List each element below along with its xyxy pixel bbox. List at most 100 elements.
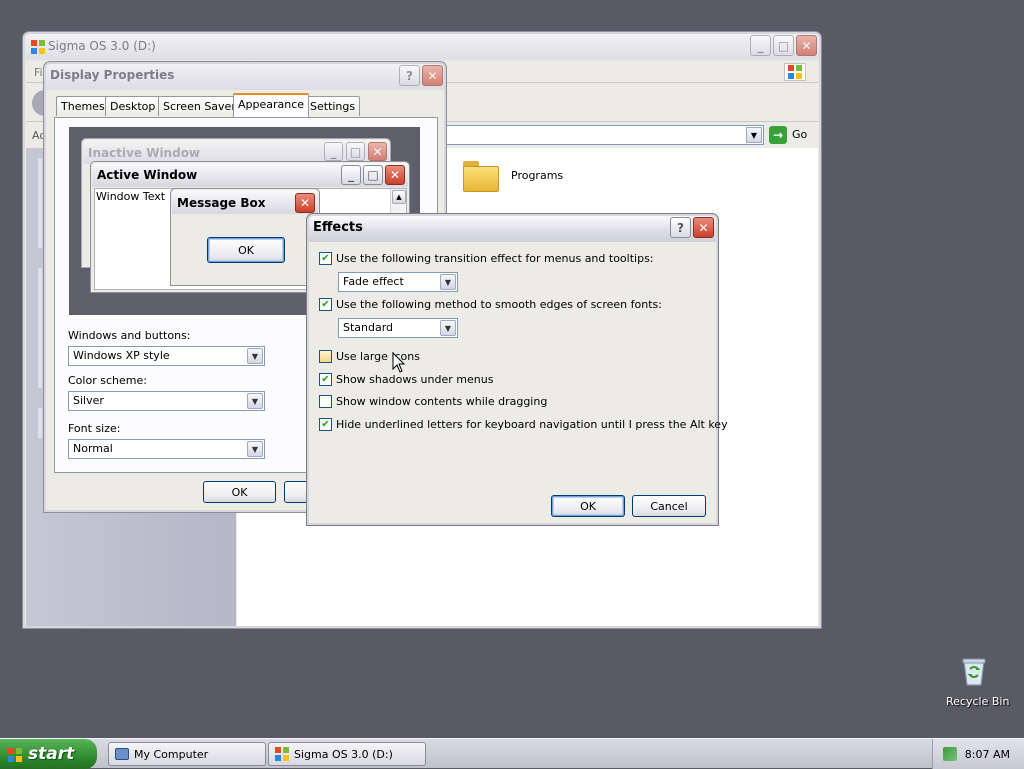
preview-close-icon: ✕: [385, 165, 405, 185]
select-value: Fade effect: [343, 275, 404, 288]
drag-contents-label: Show window contents while dragging: [336, 395, 548, 408]
hide-underline-label: Hide underlined letters for keyboard nav…: [336, 418, 728, 431]
select-value: Normal: [73, 442, 113, 455]
color-scheme-label: Color scheme:: [68, 374, 147, 387]
tab-screen-saver[interactable]: Screen Saver: [158, 96, 241, 116]
select-value: Windows XP style: [73, 349, 170, 362]
font-size-label: Font size:: [68, 422, 121, 435]
help-button[interactable]: ?: [399, 65, 420, 86]
preview-maximize-icon: □: [363, 165, 383, 185]
chevron-down-icon[interactable]: ▼: [247, 441, 263, 457]
tab-settings[interactable]: Settings: [305, 96, 361, 116]
tab-label: Appearance: [238, 98, 305, 111]
effects-dialog: Effects ? ✕ ✔ Use the following transiti…: [306, 213, 728, 526]
smooth-edges-label: Use the following method to smooth edges…: [336, 298, 662, 311]
mouse-cursor-icon: [392, 352, 406, 373]
tab-label: Desktop: [110, 100, 156, 113]
chevron-down-icon[interactable]: ▼: [746, 127, 762, 143]
taskbar-item-sigma-os[interactable]: Sigma OS 3.0 (D:): [268, 742, 426, 766]
menu-shadows-checkbox[interactable]: ✔: [319, 373, 332, 386]
explorer-close-button[interactable]: ✕: [796, 35, 817, 56]
color-scheme-select[interactable]: Silver ▼: [68, 391, 265, 411]
preview-message-close-icon: ✕: [295, 193, 315, 213]
taskbar: start My Computer Sigma OS 3.0 (D:) 8:07…: [0, 738, 1024, 769]
explorer-maximize-button[interactable]: □: [773, 35, 794, 56]
drag-contents-checkbox[interactable]: [319, 395, 332, 408]
explorer-title: Sigma OS 3.0 (D:): [48, 39, 156, 53]
smooth-edges-checkbox[interactable]: ✔: [319, 298, 332, 311]
button-label: OK: [238, 243, 254, 257]
menu-shadows-label: Show shadows under menus: [336, 373, 494, 386]
folder-label[interactable]: Programs: [511, 169, 563, 182]
effects-close-button[interactable]: ✕: [693, 217, 714, 238]
xp-logo-icon: [31, 40, 45, 57]
large-icons-checkbox[interactable]: [319, 350, 332, 363]
select-value: Silver: [73, 394, 104, 407]
go-button[interactable]: Go: [792, 128, 807, 141]
start-button[interactable]: start: [0, 739, 97, 769]
preview-message-ok-button: OK: [207, 237, 285, 263]
network-icon[interactable]: [943, 747, 957, 761]
effects-help-button[interactable]: ?: [670, 217, 691, 238]
menu-file[interactable]: Fi: [34, 66, 43, 79]
smooth-edges-checkbox-row[interactable]: ✔ Use the following method to smooth edg…: [319, 298, 662, 311]
folder-icon[interactable]: [463, 158, 499, 192]
windows-buttons-label: Windows and buttons:: [68, 329, 191, 342]
preview-inactive-title: Inactive Window: [88, 146, 201, 160]
windows-flag-icon: [275, 747, 289, 761]
hide-underline-checkbox-row[interactable]: ✔ Hide underlined letters for keyboard n…: [319, 418, 728, 431]
task-pane-panel: [38, 158, 42, 248]
preview-minimize-icon: _: [324, 142, 343, 161]
chevron-down-icon[interactable]: ▼: [247, 393, 263, 409]
taskbar-item-label: Sigma OS 3.0 (D:): [294, 747, 393, 761]
clock[interactable]: 8:07 AM: [965, 748, 1010, 761]
effects-title: Effects: [313, 220, 363, 235]
display-properties-title: Display Properties: [50, 68, 175, 82]
windows-flag-icon: [784, 63, 806, 81]
button-label: OK: [231, 485, 248, 499]
font-size-select[interactable]: Normal ▼: [68, 439, 265, 459]
tab-themes[interactable]: Themes: [56, 96, 110, 116]
preview-close-icon: ✕: [368, 142, 387, 161]
recycle-bin-label[interactable]: Recycle Bin: [946, 695, 1009, 708]
windows-flag-icon: [8, 747, 22, 767]
chevron-down-icon[interactable]: ▼: [247, 348, 263, 364]
windows-buttons-select[interactable]: Windows XP style ▼: [68, 346, 265, 366]
task-pane-panel: [38, 268, 42, 388]
select-value: Standard: [343, 321, 394, 334]
effects-titlebar[interactable]: [309, 216, 716, 242]
transition-effect-checkbox[interactable]: ✔: [319, 252, 332, 265]
preview-minimize-icon: _: [341, 165, 361, 185]
large-icons-label: Use large icons: [336, 350, 420, 363]
tab-desktop[interactable]: Desktop: [105, 96, 161, 116]
preview-message-title: Message Box: [177, 196, 266, 210]
taskbar-item-my-computer[interactable]: My Computer: [108, 742, 266, 766]
display-properties-close-button[interactable]: ✕: [422, 65, 443, 86]
chevron-down-icon[interactable]: ▼: [440, 274, 456, 290]
recycle-bin-icon[interactable]: [958, 655, 990, 687]
hide-underline-checkbox[interactable]: ✔: [319, 418, 332, 431]
tab-label: Screen Saver: [163, 100, 236, 113]
tab-appearance[interactable]: Appearance: [233, 93, 310, 117]
preview-maximize-icon: □: [346, 142, 365, 161]
chevron-down-icon[interactable]: ▼: [440, 320, 456, 336]
start-label: start: [28, 744, 75, 764]
effects-ok-button[interactable]: OK: [551, 495, 625, 517]
transition-effect-label: Use the following transition effect for …: [336, 252, 654, 265]
computer-icon: [115, 748, 129, 760]
taskbar-item-label: My Computer: [134, 747, 209, 761]
explorer-minimize-button[interactable]: _: [750, 35, 771, 56]
preview-active-title: Active Window: [97, 168, 198, 182]
preview-window-text: Window Text: [96, 190, 166, 203]
display-properties-ok-button[interactable]: OK: [203, 481, 276, 503]
transition-effect-select[interactable]: Fade effect ▼: [338, 272, 458, 292]
menu-shadows-checkbox-row[interactable]: ✔ Show shadows under menus: [319, 373, 493, 386]
go-arrow-icon[interactable]: →: [769, 126, 787, 144]
transition-effect-checkbox-row[interactable]: ✔ Use the following transition effect fo…: [319, 252, 654, 265]
drag-contents-checkbox-row[interactable]: Show window contents while dragging: [319, 395, 547, 408]
effects-cancel-button[interactable]: Cancel: [632, 495, 706, 517]
address-input[interactable]: ▼: [446, 125, 764, 145]
preview-message-box: Message Box ✕ OK: [170, 188, 320, 286]
smooth-edges-select[interactable]: Standard ▼: [338, 318, 458, 338]
button-label: Cancel: [650, 499, 688, 513]
